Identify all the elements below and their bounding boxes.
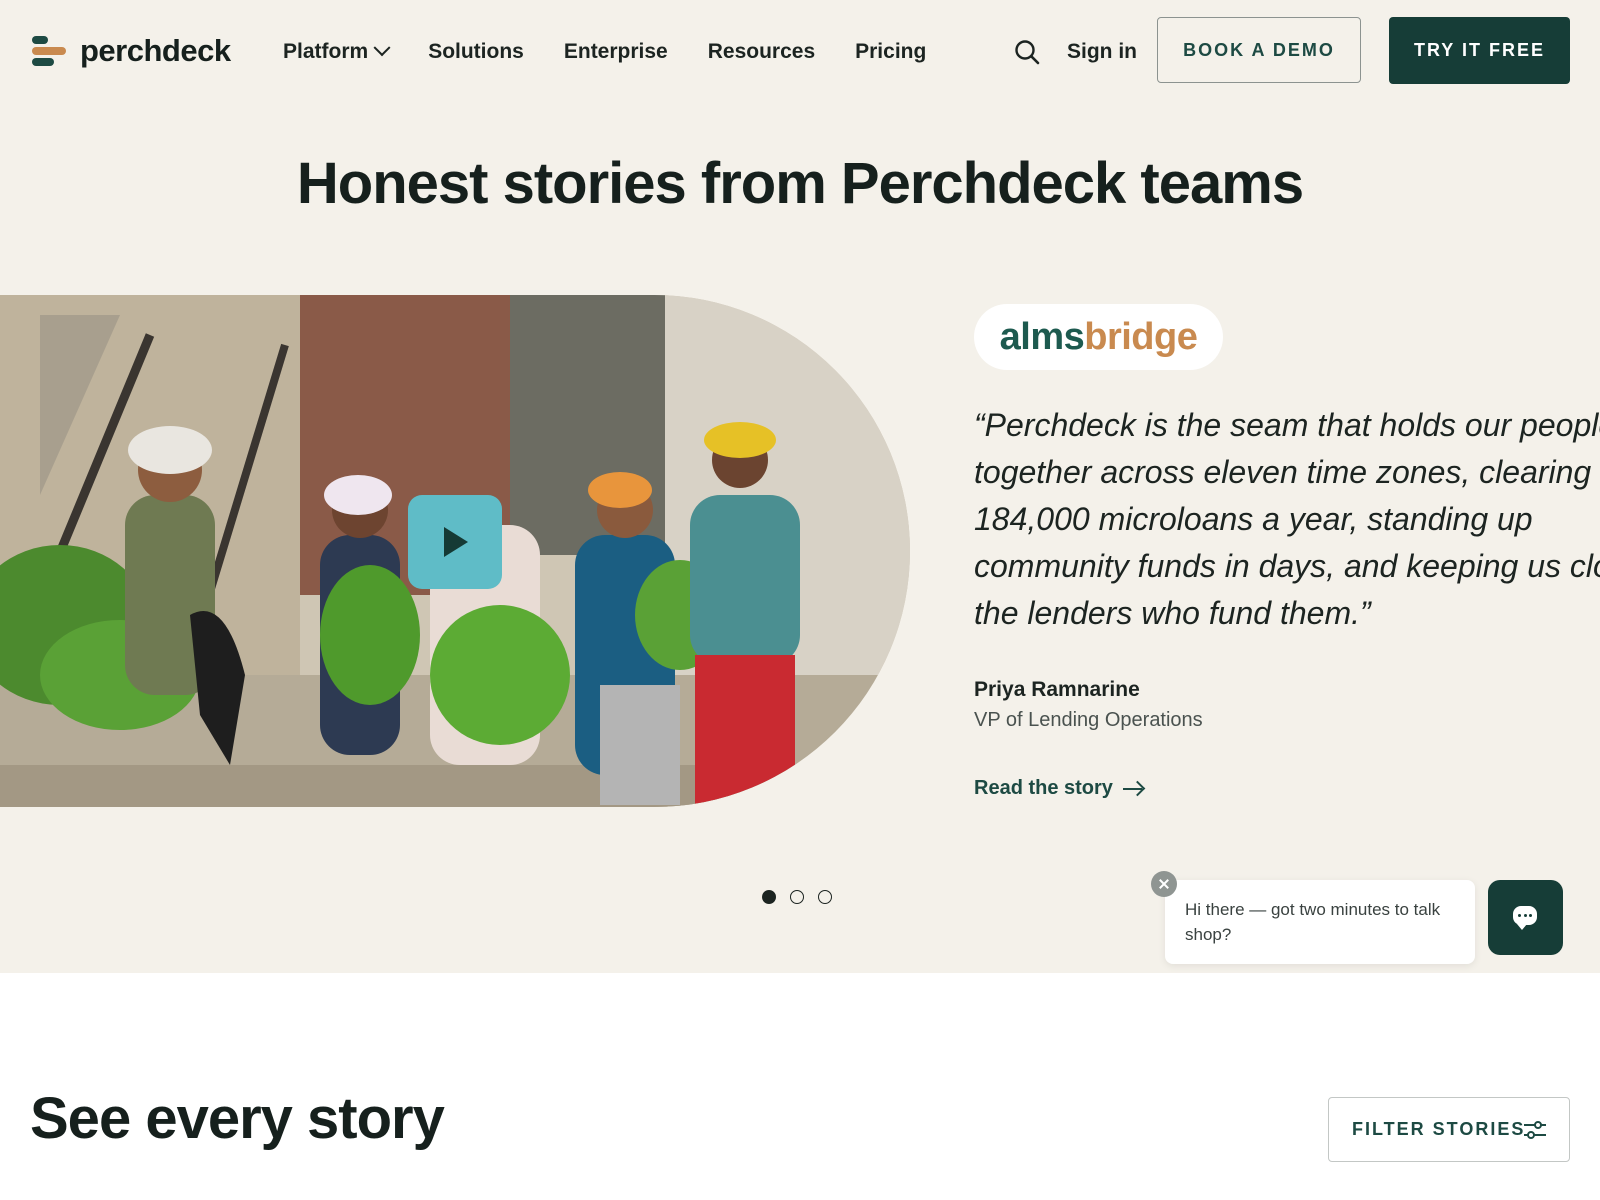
carousel-dot-1[interactable] — [762, 890, 776, 904]
menu-item-resources[interactable]: Resources — [708, 38, 815, 66]
try-free-button[interactable]: TRY IT FREE — [1389, 17, 1570, 84]
carousel-pagination — [762, 890, 832, 904]
chat-prompt-bubble[interactable]: Hi there — got two minutes to talk shop? — [1165, 880, 1475, 964]
chevron-down-icon — [373, 39, 391, 57]
person-role: VP of Lending Operations — [974, 709, 1203, 731]
arrow-right-icon — [1122, 782, 1145, 796]
menu-item-enterprise[interactable]: Enterprise — [564, 38, 668, 66]
filter-stories-button[interactable]: FILTER STORIES — [1328, 1097, 1570, 1162]
play-video-button[interactable] — [408, 495, 502, 589]
sliders-icon — [1524, 1121, 1546, 1139]
carousel-dot-3[interactable] — [818, 890, 832, 904]
sign-in-link[interactable]: Sign in — [1067, 38, 1137, 66]
quote-line: community funds in days, and keeping us … — [974, 548, 1600, 584]
menu-item-solutions[interactable]: Solutions — [428, 38, 524, 66]
company-logo-text-accent: bridge — [1084, 315, 1198, 358]
carousel-dot-2[interactable] — [790, 890, 804, 904]
chat-launcher-button[interactable] — [1488, 880, 1563, 955]
quote-line: “Perchdeck is the seam that holds our pe… — [974, 407, 1600, 443]
close-icon[interactable] — [1151, 871, 1177, 897]
book-demo-button[interactable]: BOOK A DEMO — [1157, 17, 1361, 83]
menu-item-platform[interactable]: Platform — [283, 38, 391, 66]
read-story-label: Read the story — [974, 777, 1113, 799]
menu-item-label: Enterprise — [563, 40, 668, 63]
main-menu: Platform Solutions Enterprise Resources … — [283, 38, 966, 66]
filter-stories-label: FILTER STORIES — [1352, 1119, 1526, 1139]
person-name: Priya Ramnarine — [974, 678, 1140, 701]
company-logo-text-primary: alms — [999, 315, 1085, 358]
top-navigation: perchdeck Platform Solutions Enterprise … — [0, 0, 1600, 104]
menu-item-label: Platform — [283, 40, 369, 63]
search-icon[interactable] — [1014, 39, 1040, 65]
testimonial-quote: “Perchdeck is the seam that holds our pe… — [974, 402, 1600, 642]
logo-text: perchdeck — [80, 33, 231, 68]
logo[interactable]: perchdeck — [30, 34, 231, 68]
menu-item-label: Pricing — [855, 40, 927, 63]
chat-icon — [1513, 906, 1537, 930]
quote-line: 184,000 microloans a year, standing up — [974, 501, 1533, 537]
menu-item-label: Resources — [707, 40, 816, 63]
menu-item-label: Solutions — [428, 40, 524, 63]
company-logo: alms bridge — [974, 304, 1223, 370]
quote-line: together across eleven time zones, clear… — [974, 454, 1592, 490]
play-icon — [444, 527, 468, 557]
menu-item-pricing[interactable]: Pricing — [855, 38, 926, 66]
page-title: Honest stories from Perchdeck teams — [296, 151, 1304, 216]
quote-line: the lenders who fund them.” — [974, 595, 1371, 631]
logo-mark-icon — [30, 34, 68, 68]
read-story-link[interactable]: Read the story — [974, 777, 1145, 800]
section-title: See every story — [30, 1086, 445, 1151]
chat-prompt-text: Hi there — got two minutes to talk shop? — [1185, 900, 1441, 944]
